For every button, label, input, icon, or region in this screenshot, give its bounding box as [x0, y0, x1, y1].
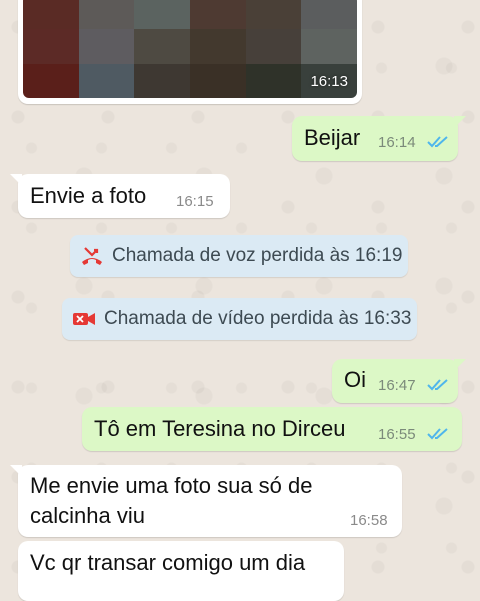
- read-receipt-icon: [427, 428, 448, 440]
- message-text: Vc qr transar comigo um dia: [30, 550, 306, 575]
- message-time: 16:47: [378, 377, 416, 394]
- bubble-tail: [454, 116, 466, 128]
- missed-voice-call-notice: Chamada de voz perdida às 16:19: [70, 235, 408, 277]
- system-message-text: Chamada de voz perdida às 16:19: [112, 245, 403, 266]
- bubble-tail: [10, 465, 22, 477]
- message-text: Beijar: [304, 125, 361, 150]
- incoming-message[interactable]: Me envie uma foto sua só de calcinha viu…: [10, 465, 402, 537]
- message-time: 16:14: [378, 134, 416, 151]
- incoming-message[interactable]: Vc qr transar comigo um dia: [18, 541, 344, 601]
- message-text-line-2: calcinha viu: [30, 503, 145, 528]
- message-text: Tô em Teresina no Dirceu: [94, 416, 346, 441]
- outgoing-message[interactable]: Tô em Teresina no Dirceu 16:55: [82, 407, 462, 451]
- message-time: 16:55: [378, 426, 416, 443]
- missed-voice-call-icon: [82, 247, 102, 265]
- bubble-tail: [454, 359, 466, 371]
- missed-video-call-notice: Chamada de vídeo perdida às 16:33: [62, 298, 417, 340]
- image-message[interactable]: 16:13: [18, 0, 362, 104]
- outgoing-message[interactable]: Beijar 16:14: [292, 116, 466, 161]
- message-text: Envie a foto: [30, 183, 147, 208]
- system-message-text: Chamada de vídeo perdida às 16:33: [104, 308, 412, 329]
- message-time: 16:15: [176, 193, 214, 210]
- message-time: 16:13: [310, 73, 348, 90]
- incoming-message[interactable]: Envie a foto 16:15: [10, 174, 230, 218]
- bubble-tail: [10, 174, 22, 186]
- read-receipt-icon: [427, 379, 448, 391]
- message-text-line-1: Me envie uma foto sua só de: [30, 473, 313, 498]
- outgoing-message[interactable]: Oi 16:47: [332, 359, 466, 403]
- read-receipt-icon: [427, 136, 448, 148]
- message-time: 16:58: [350, 512, 388, 529]
- message-text: Oi: [344, 367, 366, 392]
- photo-thumbnail[interactable]: [23, 0, 357, 98]
- missed-video-call-icon: [73, 313, 95, 325]
